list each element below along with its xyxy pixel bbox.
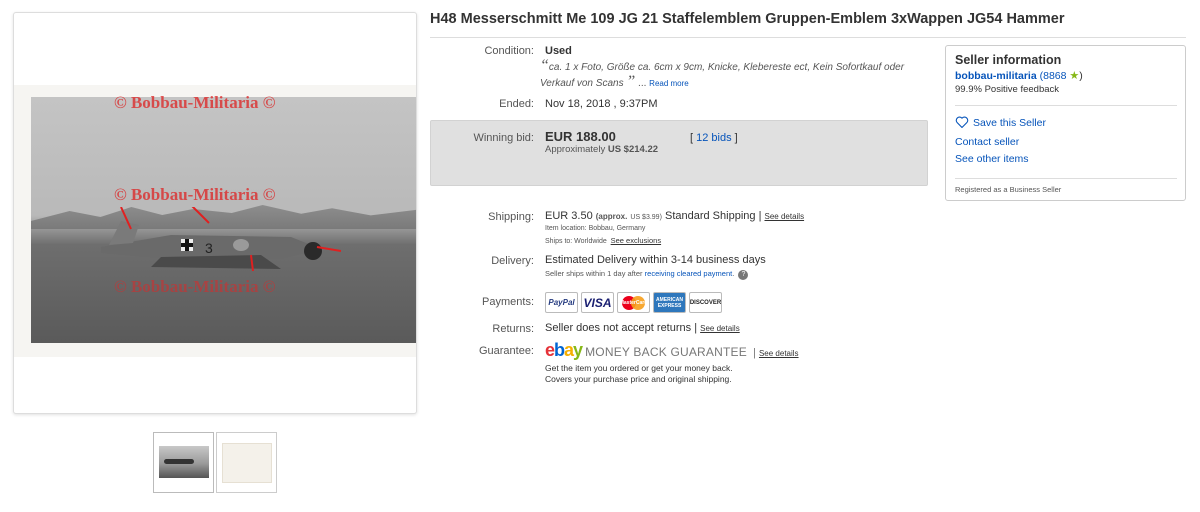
item-location: Item location: Bobbau, Germany <box>545 225 646 232</box>
cleared-payment-link[interactable]: receiving cleared payment <box>645 269 733 278</box>
item-title: H48 Messerschmitt Me 109 JG 21 Staffelem… <box>430 11 1065 27</box>
feedback-count-link[interactable]: (8868 <box>1040 70 1067 82</box>
heart-icon <box>955 116 969 128</box>
returns-label: Returns: <box>492 323 534 335</box>
approx-price: Approximately US $214.22 <box>545 144 658 155</box>
feedback-close: ) <box>1079 70 1083 82</box>
approx-label: Approximately <box>545 144 606 155</box>
amex-icon: AMERICAN EXPRESS <box>653 292 686 313</box>
guarantee-line1: Get the item you ordered or get your mon… <box>545 363 733 373</box>
payment-methods: PayPal VISA MasterCard AMERICAN EXPRESS … <box>545 292 722 313</box>
seller-title: Seller information <box>955 53 1062 67</box>
guarantee-label: Guarantee: <box>478 345 534 357</box>
bid-bracket-close: ] <box>731 132 738 144</box>
mastercard-icon: MasterCard <box>617 292 650 313</box>
shipping-details-link[interactable]: See details <box>764 212 804 221</box>
save-seller-link[interactable]: Save this Seller <box>955 116 1046 129</box>
condition-description: “ca. 1 x Foto, Größe ca. 6cm x 9cm, Knic… <box>540 57 924 91</box>
help-icon[interactable]: ? <box>738 270 749 280</box>
tail-number: 3 <box>205 240 213 256</box>
condition-label: Condition: <box>484 45 534 57</box>
winning-bid-label: Winning bid: <box>473 132 534 144</box>
returns-value: Seller does not accept returns <box>545 322 692 334</box>
thumbnail-plane <box>164 459 194 464</box>
shipping-price: EUR 3.50 <box>545 210 593 222</box>
ships-to: Ships to: Worldwide <box>545 238 607 245</box>
divider <box>430 37 1186 38</box>
delivery-note-suffix: . <box>732 269 735 278</box>
save-seller-label: Save this Seller <box>973 117 1046 129</box>
messerschmitt-plane-image: 3 <box>101 207 341 272</box>
shipping-approx-value: US $3.99) <box>630 214 662 221</box>
shipping-approx: (approx. <box>595 212 628 221</box>
delivery-label: Delivery: <box>491 255 534 267</box>
paypal-icon: PayPal <box>545 292 578 313</box>
main-photo[interactable]: 3 © Bobbau-Militaria © © Bobbau-Militari… <box>13 12 417 414</box>
close-quote: ” <box>626 73 636 90</box>
open-quote: “ <box>540 57 549 74</box>
ended-label: Ended: <box>499 98 534 110</box>
see-exclusions-link[interactable]: See exclusions <box>611 236 661 245</box>
bid-history-link[interactable]: 12 bids <box>696 132 731 144</box>
see-other-items-link[interactable]: See other items <box>955 153 1029 165</box>
shipping-separator: | <box>758 210 762 222</box>
payments-label: Payments: <box>482 296 534 308</box>
ebay-logo: ebay <box>545 340 583 360</box>
seller-information-panel: Seller information bobbau-militaria (886… <box>945 45 1186 201</box>
money-back-guarantee: MONEY BACK GUARANTEE <box>585 345 747 359</box>
watermark: © Bobbau-Militaria © <box>114 277 276 296</box>
ended-value: Nov 18, 2018 , 9:37PM <box>545 98 658 110</box>
returns-line: Seller does not accept returns | See det… <box>545 322 740 334</box>
shipping-method: Standard Shipping <box>664 210 756 222</box>
business-seller-note: Registered as a Business Seller <box>955 185 1062 194</box>
returns-details-link[interactable]: See details <box>700 324 740 333</box>
condition-value: Used <box>545 45 572 57</box>
visa-icon: VISA <box>581 292 614 313</box>
star-icon: ★ <box>1069 70 1080 82</box>
thumbnail-strip <box>153 432 277 493</box>
approx-value: US $214.22 <box>607 144 659 155</box>
shipping-line: EUR 3.50 (approx. US $3.99) Standard Shi… <box>545 210 804 222</box>
delivery-value: Estimated Delivery within 3-14 business … <box>545 254 766 266</box>
guarantee-line2: Covers your purchase price and original … <box>545 374 732 384</box>
read-more-link[interactable]: Read more <box>649 79 689 88</box>
thumbnail-2[interactable] <box>216 432 277 493</box>
watermark: © Bobbau-Militaria © <box>114 185 276 204</box>
photo-scene: 3 <box>31 97 416 343</box>
delivery-note: Seller ships within 1 day after receivin… <box>545 269 749 280</box>
delivery-note-text: Seller ships within 1 day after <box>545 269 643 278</box>
ships-to-line: Ships to: Worldwide See exclusions <box>545 236 661 245</box>
condition-text: ca. 1 x Foto, Größe ca. 6cm x 9cm, Knick… <box>540 62 905 89</box>
watermark: © Bobbau-Militaria © <box>114 93 276 112</box>
photo-print: 3 <box>14 85 416 357</box>
seller-name-link[interactable]: bobbau-militaria <box>955 70 1037 82</box>
discover-icon: DISCOVER <box>689 292 722 313</box>
returns-separator: | <box>694 322 698 334</box>
winning-bid-panel <box>430 120 928 186</box>
shipping-label: Shipping: <box>488 211 534 223</box>
winning-bid-price: EUR 188.00 <box>545 129 616 144</box>
divider <box>955 105 1177 106</box>
divider <box>955 178 1177 179</box>
contact-seller-link[interactable]: Contact seller <box>955 136 1019 148</box>
seller-name-line: bobbau-militaria (8868 ★) <box>955 69 1083 82</box>
mastercard-text: MasterCard <box>619 299 648 306</box>
guarantee-line: ebay MONEY BACK GUARANTEE | See details <box>545 340 799 361</box>
condition-ellipsis: ... <box>635 78 647 89</box>
thumbnail-photo-back <box>222 443 272 483</box>
positive-feedback: 99.9% Positive feedback <box>955 84 1060 95</box>
thumbnail-1[interactable] <box>153 432 214 493</box>
bid-count: [ 12 bids ] <box>690 132 738 144</box>
guarantee-details-link[interactable]: See details <box>759 349 799 358</box>
guarantee-separator: | <box>753 347 756 359</box>
